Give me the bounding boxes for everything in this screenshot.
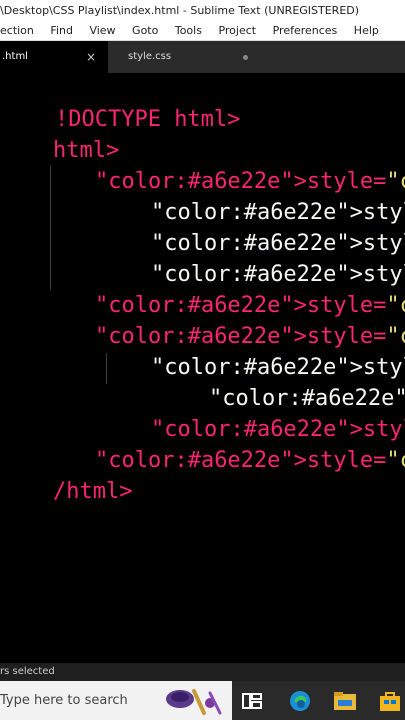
tab-label: style.css bbox=[128, 51, 172, 62]
code-line-2: html> bbox=[0, 104, 119, 163]
close-icon[interactable]: × bbox=[86, 41, 96, 73]
store-icon[interactable] bbox=[378, 690, 402, 712]
code-line-9: "color:#a6e22e">style="color:#f8f8f2"><"… bbox=[98, 321, 405, 380]
menu-item-find[interactable]: Find bbox=[50, 24, 73, 37]
windows-taskbar: Type here to search bbox=[0, 681, 405, 720]
search-placeholder: Type here to search bbox=[0, 693, 128, 708]
code-line-1: !DOCTYPE html> bbox=[2, 73, 240, 132]
code-text: "color:#a6e22e">style="color:#f8f8f2"></… bbox=[94, 448, 405, 473]
status-bar: rs selected bbox=[0, 663, 405, 681]
unsaved-dot-icon bbox=[243, 55, 248, 60]
task-view-icon[interactable] bbox=[241, 691, 263, 711]
status-text: rs selected bbox=[0, 666, 55, 677]
tab-bar: .html × style.css bbox=[0, 41, 405, 73]
taskbar-search-box[interactable]: Type here to search bbox=[0, 681, 232, 720]
code-line-7: "color:#a6e22e">style="color:#f8f8f2"></… bbox=[42, 259, 405, 318]
window-title-bar: \Desktop\CSS Playlist\index.html - Subli… bbox=[0, 0, 405, 22]
menu-item-preferences[interactable]: Preferences bbox=[273, 24, 338, 37]
tab-label: .html bbox=[2, 51, 28, 62]
code-line-13: /html> bbox=[0, 445, 132, 504]
code-line-12: "color:#a6e22e">style="color:#f8f8f2"></… bbox=[42, 414, 405, 473]
edge-browser-icon[interactable] bbox=[288, 689, 312, 713]
menu-item-help[interactable]: Help bbox=[354, 24, 379, 37]
code-line-6: "color:#a6e22e">style="color:#f8f8f2"><"… bbox=[98, 228, 405, 287]
code-line-5: "color:#a6e22e">style="color:#f8f8f2"><"… bbox=[98, 197, 405, 256]
cortana-icon bbox=[166, 689, 222, 715]
code-line-4: "color:#a6e22e">style="color:#f8f8f2"><"… bbox=[98, 166, 405, 225]
code-text: /html> bbox=[52, 479, 133, 504]
menu-item-view[interactable]: View bbox=[89, 24, 115, 37]
tab-index-html[interactable]: .html × bbox=[0, 41, 108, 73]
code-line-3: "color:#a6e22e">style="color:#f8f8f2"><"… bbox=[42, 135, 405, 194]
code-line-8: "color:#a6e22e">style="color:#f8f8f2"><"… bbox=[42, 290, 405, 349]
file-explorer-icon[interactable] bbox=[333, 690, 357, 712]
code-line-11: "color:#a6e22e">style="color:#f8f8f2"></… bbox=[98, 383, 405, 442]
menu-item-project[interactable]: Project bbox=[218, 24, 256, 37]
menu-item-selection[interactable]: ection bbox=[0, 24, 34, 37]
menu-item-tools[interactable]: Tools bbox=[175, 24, 202, 37]
tab-style-css[interactable]: style.css bbox=[108, 41, 256, 73]
menu-bar: ection Find View Goto Tools Project Pref… bbox=[0, 22, 405, 41]
code-line-10: "color:#a6e22e">style="color:#f8f8f2"><"… bbox=[156, 352, 405, 411]
window-title: \Desktop\CSS Playlist\index.html - Subli… bbox=[0, 4, 360, 17]
menu-item-goto[interactable]: Goto bbox=[132, 24, 158, 37]
code-editor[interactable]: !DOCTYPE html> html> "color:#a6e22e">sty… bbox=[0, 73, 405, 663]
